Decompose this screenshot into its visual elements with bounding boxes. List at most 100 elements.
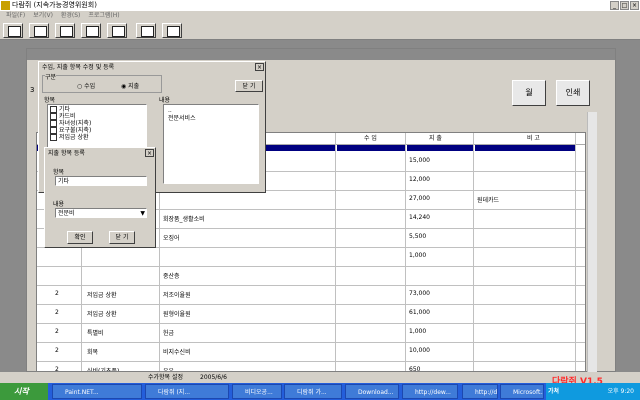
taskbar-item[interactable]: 비디오공...: [232, 384, 282, 399]
detail-item[interactable]: ..: [168, 107, 254, 115]
menu-bar: 파일(F) 보기(V) 환경(S) 프로그램(H): [0, 11, 640, 21]
edit-icon[interactable]: [3, 23, 23, 38]
list-item[interactable]: 기타: [50, 106, 144, 113]
doc-icon[interactable]: [107, 23, 127, 38]
list-item-label: 기타: [59, 106, 71, 113]
taskbar-item[interactable]: 다람쥐 (지...: [145, 384, 229, 399]
list-item[interactable]: 저입금 상환: [50, 134, 144, 141]
menu-file[interactable]: 파일(F): [6, 12, 25, 19]
table-cell: 헌금: [163, 330, 175, 337]
dialog2-close-icon[interactable]: ×: [145, 149, 154, 157]
item-field-label: 항목: [53, 169, 65, 176]
table-cell: 2: [55, 290, 59, 297]
checkbox-icon[interactable]: [50, 134, 57, 141]
dialog-close-button[interactable]: 닫 기: [235, 80, 263, 92]
table-cell: 원형이율원: [163, 311, 191, 318]
dialog-close-icon[interactable]: ×: [255, 63, 264, 71]
list-item[interactable]: 요구불(지축): [50, 127, 144, 134]
menu-program[interactable]: 프로그램(H): [88, 12, 119, 19]
taskbar-item[interactable]: 디람쥐 가...: [284, 384, 342, 399]
maximize-icon[interactable]: □: [620, 1, 629, 10]
menu-view[interactable]: 보기(V): [33, 12, 53, 19]
minimize-icon[interactable]: _: [610, 1, 619, 10]
ime-indicator[interactable]: 가쳐: [548, 388, 559, 395]
checkbox-icon[interactable]: [50, 127, 57, 134]
table-cell: 특별비: [87, 330, 104, 337]
item-list[interactable]: 기타 카드비 자녀성(지축) 요구불(지축) 저입금 상환: [47, 104, 147, 150]
radio-income[interactable]: ○ 수입: [77, 81, 95, 90]
radio-expense[interactable]: ◉ 지출: [121, 81, 139, 90]
table-cell: 원데카드: [477, 197, 500, 204]
table-cell: 2: [55, 328, 59, 335]
type-group-label: 구분: [45, 72, 57, 81]
table-cell: 15,000: [409, 157, 430, 164]
list-item[interactable]: 카드비: [50, 113, 144, 120]
taskbar-item[interactable]: Paint.NET...: [52, 384, 142, 399]
table-cell: 오징어: [163, 235, 180, 242]
checkbox-icon[interactable]: [50, 106, 57, 113]
app-icon: [1, 1, 10, 10]
table-cell: 12,000: [409, 176, 430, 183]
table-cell: 저입금 상환: [87, 292, 117, 299]
print-button[interactable]: 인쇄: [556, 80, 590, 106]
detail-item[interactable]: 전문서비스: [168, 115, 254, 123]
table-cell: 회장품_생활소비: [163, 216, 205, 223]
close-icon[interactable]: ×: [630, 1, 639, 10]
chevron-down-icon[interactable]: ▼: [140, 209, 145, 218]
system-tray: 가쳐 오후 9:20: [546, 383, 640, 400]
table-cell: 저조이율원: [163, 292, 191, 299]
item-field[interactable]: 기타: [55, 176, 147, 186]
table-row[interactable]: 2 저입금 상환 저조이율원 73,000: [37, 284, 585, 305]
card-icon[interactable]: [136, 23, 156, 38]
ledger-page-label: 3: [30, 86, 35, 94]
list-item-label: 자녀성(지축): [59, 120, 92, 127]
radio-expense-label: 지출: [128, 83, 140, 90]
vertical-scrollbar[interactable]: [587, 112, 597, 372]
checkbox-icon[interactable]: [50, 113, 57, 120]
taskbar-item[interactable]: Microsoft...: [500, 384, 544, 399]
taskbar-item[interactable]: Download...: [345, 384, 399, 399]
table-row[interactable]: 1,000: [37, 246, 585, 267]
book-icon[interactable]: [29, 23, 49, 38]
confirm-button[interactable]: 확인: [67, 231, 93, 244]
detail-list[interactable]: .. 전문서비스: [163, 104, 259, 184]
status-left: 수가항목 설정: [148, 374, 184, 381]
table-row[interactable]: 중산층: [37, 265, 585, 286]
taskbar-item[interactable]: http://dew...: [402, 384, 458, 399]
header-expense: 지 출: [429, 135, 442, 142]
table-cell: 61,000: [409, 309, 430, 316]
close-button[interactable]: 닫 기: [109, 231, 135, 244]
table-row[interactable]: 2 식비(기초품) 우유 650: [37, 360, 585, 371]
content-select-value: 전문비: [58, 210, 75, 217]
dialog2-title: 지출 항목 등록: [48, 150, 85, 157]
header-note: 비 고: [527, 135, 540, 142]
table-cell: 2: [55, 309, 59, 316]
list-item[interactable]: 자녀성(지축): [50, 120, 144, 127]
checkbox-icon[interactable]: [50, 120, 57, 127]
list-item-label: 저입금 상환: [59, 134, 89, 141]
month-button[interactable]: 월: [512, 80, 546, 106]
table-cell: 14,240: [409, 214, 430, 221]
start-button[interactable]: 시작: [0, 383, 48, 400]
table-cell: 27,000: [409, 195, 430, 202]
calc-icon[interactable]: [162, 23, 182, 38]
list-item-label: 요구불(지축): [59, 127, 92, 134]
chart-icon[interactable]: [81, 23, 101, 38]
table-cell: 5,500: [409, 233, 427, 240]
item-list-label: 항목: [44, 97, 56, 104]
radio-income-label: 수입: [84, 83, 96, 90]
detail-list-label: 내용: [159, 97, 171, 104]
table-row[interactable]: 2 회복 비지수신비 10,000: [37, 341, 585, 362]
table-cell: 2: [55, 347, 59, 354]
menu-env[interactable]: 환경(S): [61, 12, 81, 19]
people-icon[interactable]: [55, 23, 75, 38]
table-cell: 73,000: [409, 290, 430, 297]
taskbar-item[interactable]: http://dew...: [462, 384, 498, 399]
dialog-title: 수입, 지출 항목 수정 및 등록: [42, 64, 115, 71]
table-row[interactable]: 2 특별비 헌금 1,000: [37, 322, 585, 343]
list-item-label: 카드비: [59, 113, 76, 120]
content-select[interactable]: 전문비 ▼: [55, 208, 147, 218]
table-cell: 10,000: [409, 347, 430, 354]
table-row[interactable]: 2 저입금 상환 원형이율원 61,000: [37, 303, 585, 324]
table-cell: 저입금 상환: [87, 311, 117, 318]
